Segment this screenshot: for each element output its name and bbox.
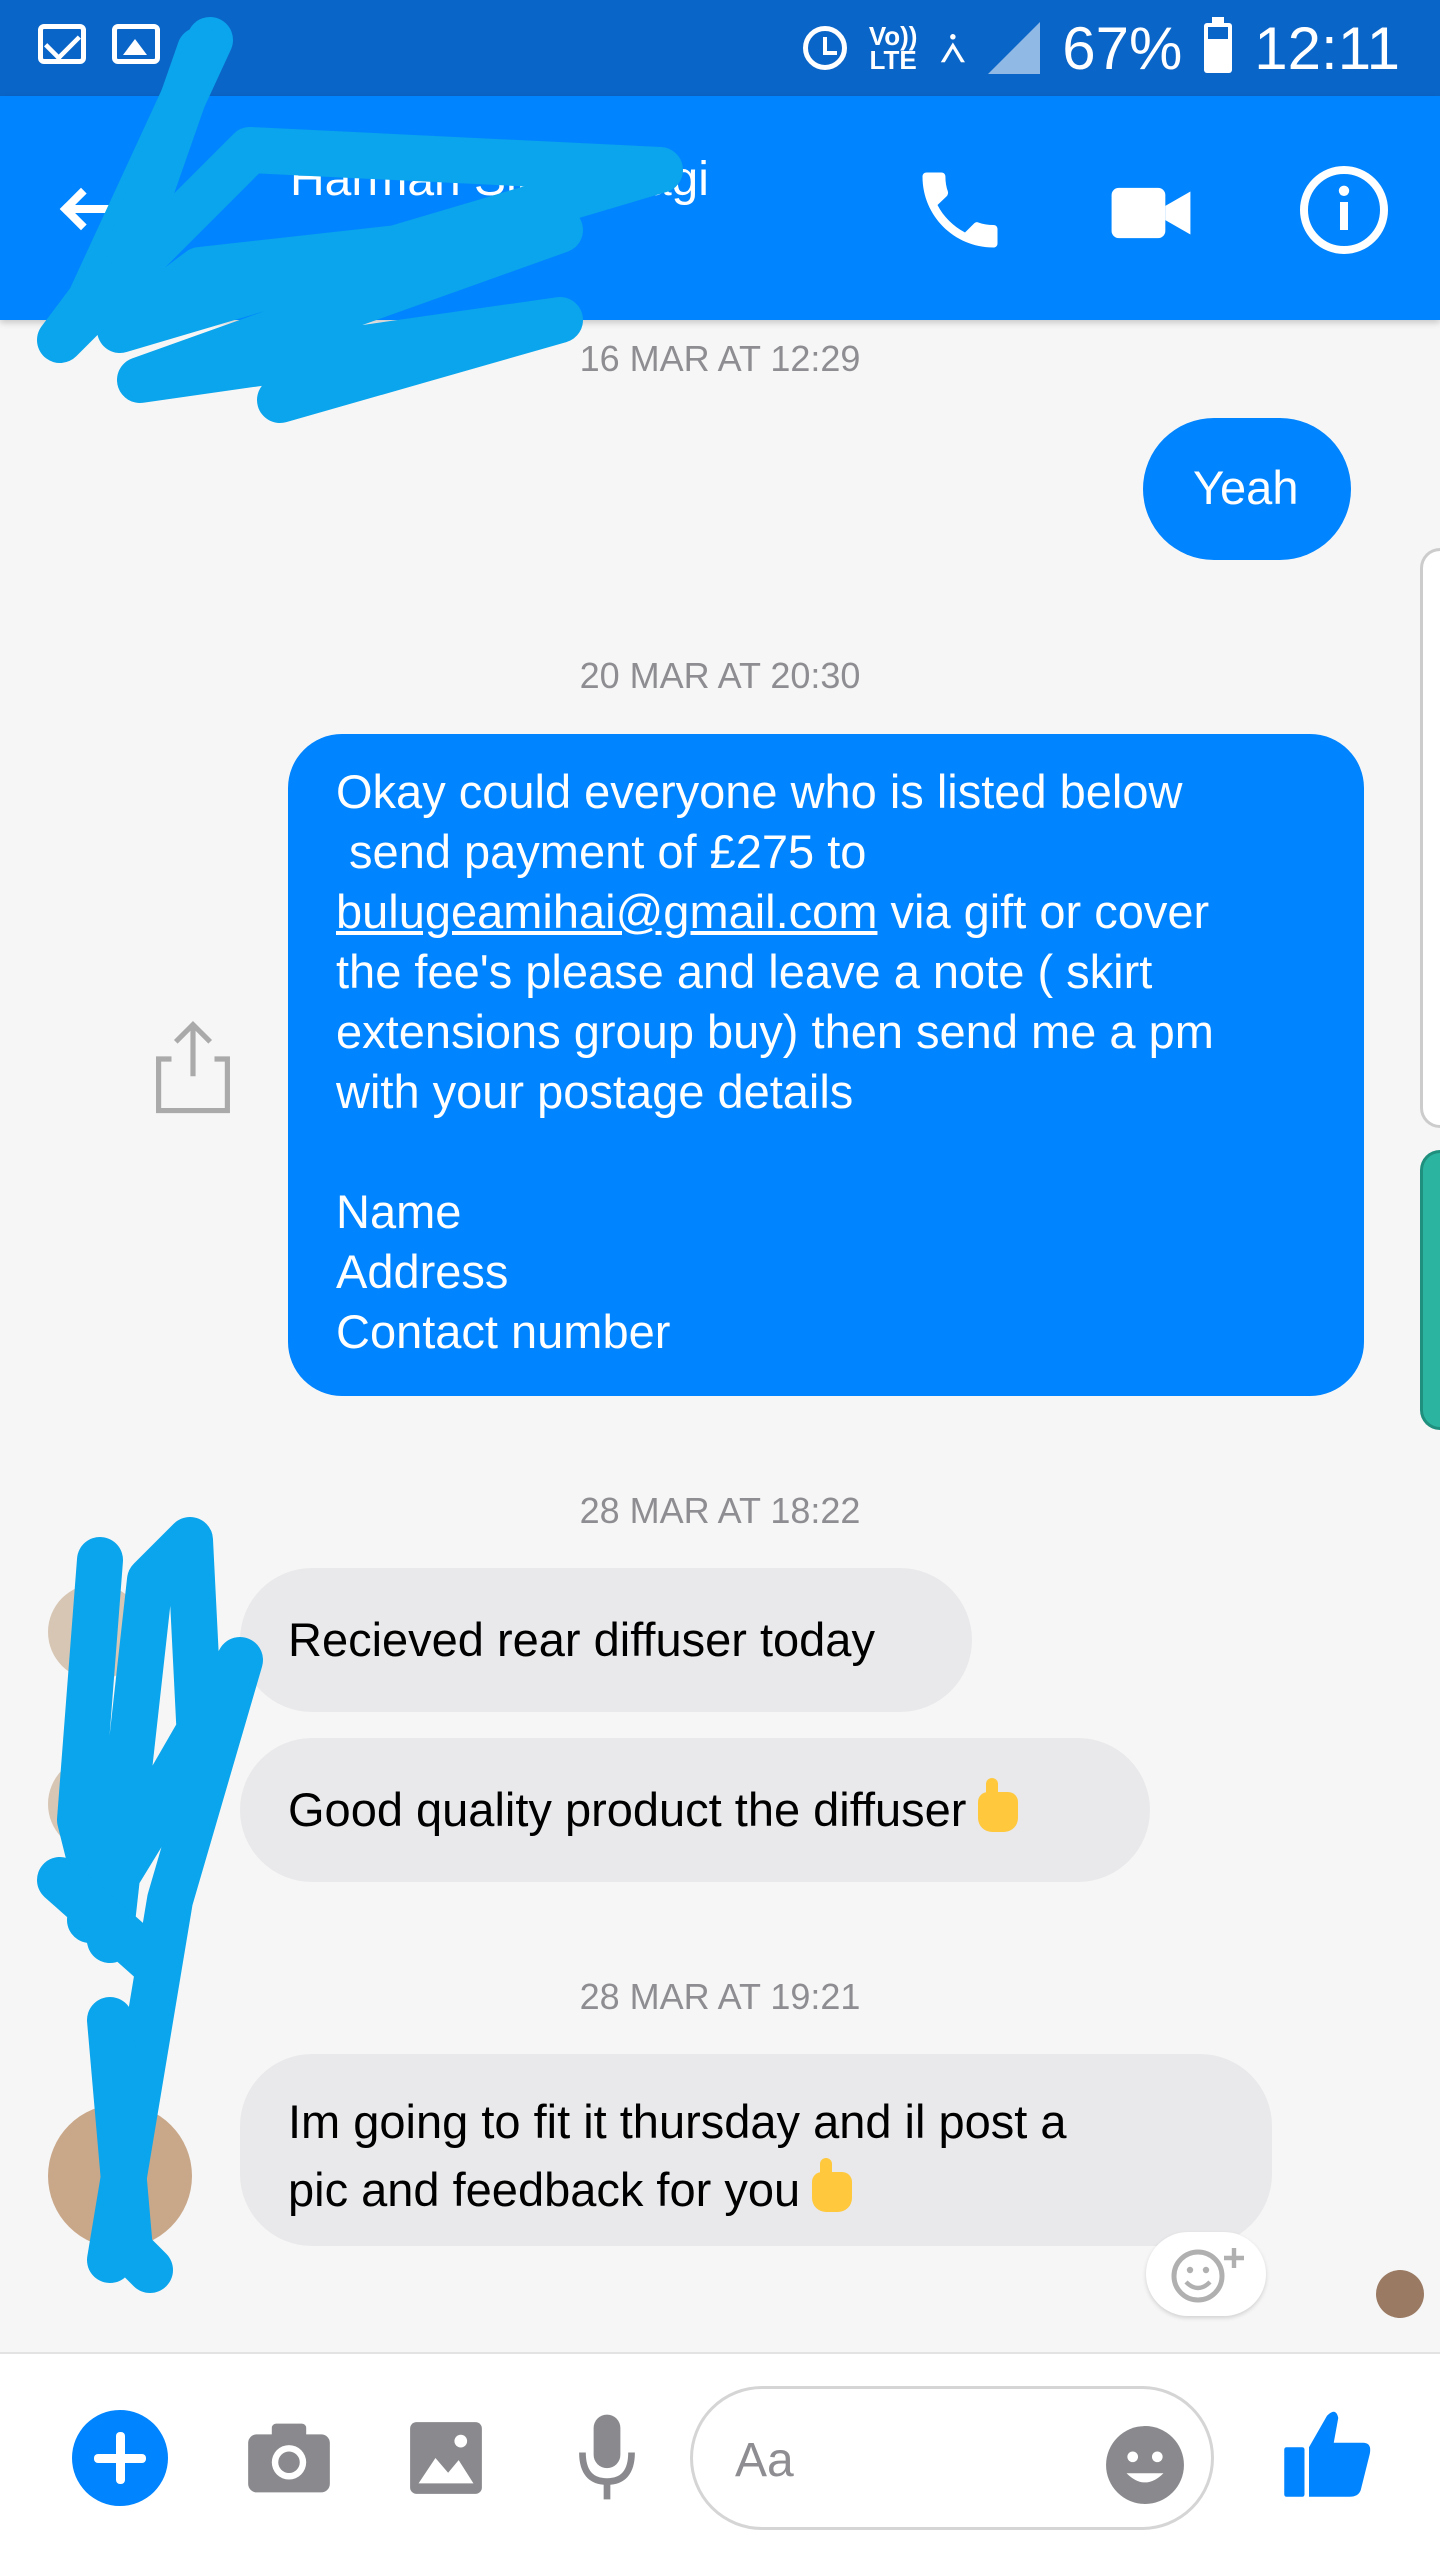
status-bar: Vo)) LTE ⩑ 67% 12:11 (0, 0, 1440, 96)
email-link[interactable]: bulugeamihai@gmail.com (336, 885, 877, 938)
outgoing-message[interactable]: Okay could everyone who is listed below … (288, 734, 1364, 1396)
video-camera-icon[interactable] (1108, 170, 1194, 256)
camera-icon[interactable] (246, 2420, 332, 2496)
message-input-placeholder: Aa (735, 2434, 794, 2487)
signal-icon (988, 22, 1041, 74)
gallery-icon[interactable] (408, 2420, 484, 2496)
wifi-icon: ⩑ (939, 23, 967, 72)
lte-indicator: Vo)) LTE (868, 21, 918, 75)
side-panel-edge (1420, 1150, 1440, 1430)
emoji-icon[interactable] (1104, 2424, 1186, 2506)
clock: 12:11 (1254, 14, 1400, 82)
battery-icon (1204, 17, 1233, 73)
side-panel-edge (1420, 548, 1440, 1128)
info-icon[interactable] (1296, 162, 1392, 258)
battery-percent: 67% (1062, 14, 1183, 82)
thumbs-up-icon[interactable] (1282, 2406, 1372, 2502)
conversation-header: Harman Singh Nagi (0, 96, 1440, 320)
image-icon (112, 24, 160, 64)
seen-avatar (1376, 2270, 1424, 2318)
system-icons: Vo)) LTE ⩑ 67% 12:11 (802, 12, 1400, 84)
avatar[interactable] (48, 2104, 192, 2248)
add-reaction-icon (1171, 2248, 1244, 2303)
incoming-message[interactable]: Im going to fit it thursday and il post … (240, 2054, 1272, 2246)
message-timestamp: 16 MAR AT 12:29 (579, 338, 861, 379)
share-icon[interactable] (150, 1016, 236, 1116)
outgoing-message[interactable]: Yeah (1143, 418, 1351, 560)
alarm-icon (802, 26, 847, 70)
avatar[interactable] (48, 1756, 144, 1852)
incoming-message[interactable]: Good quality product the diffuser (240, 1738, 1150, 1882)
microphone-icon[interactable] (578, 2412, 636, 2502)
message-composer: Aa (0, 2352, 1440, 2560)
mail-icon (38, 24, 86, 64)
message-timestamp: 20 MAR AT 20:30 (579, 655, 861, 696)
phone-icon[interactable] (910, 160, 1010, 260)
thumbs-up-emoji (812, 2158, 853, 2212)
message-timestamp: 28 MAR AT 19:21 (579, 1976, 861, 2017)
thumbs-up-emoji (978, 1778, 1019, 1832)
message-timestamp: 28 MAR AT 18:22 (579, 1490, 861, 1531)
add-reaction-button[interactable] (1146, 2232, 1266, 2316)
plus-icon[interactable] (72, 2410, 168, 2506)
notification-icons (38, 24, 160, 64)
avatar[interactable] (48, 1584, 144, 1680)
incoming-message[interactable]: Recieved rear diffuser today (240, 1568, 972, 1712)
contact-name[interactable]: Harman Singh Nagi (290, 152, 709, 207)
back-button[interactable] (44, 160, 140, 256)
